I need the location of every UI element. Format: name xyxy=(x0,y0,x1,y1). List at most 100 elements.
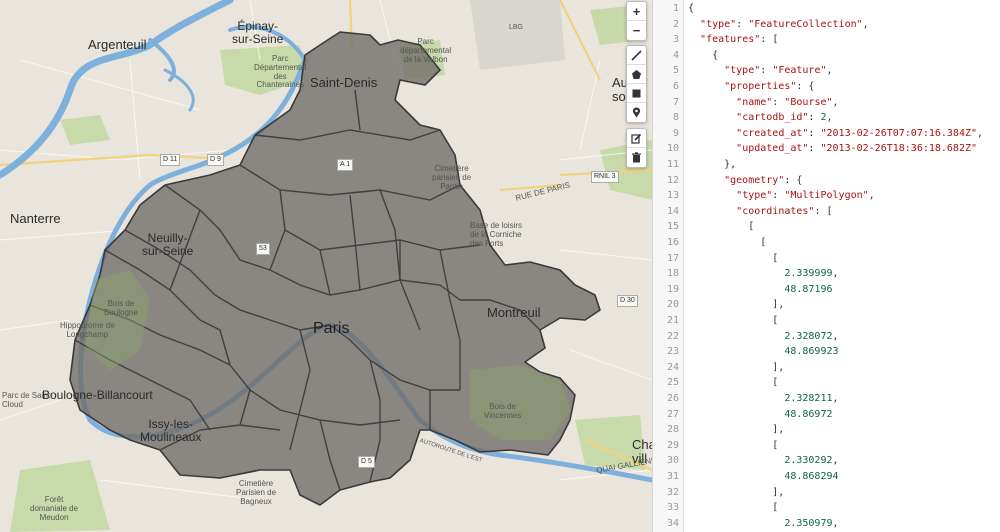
line-number: 24 xyxy=(666,361,679,373)
code-line[interactable]: [ xyxy=(688,438,778,454)
code-line[interactable]: [ xyxy=(688,251,778,267)
road-sign-d11: D 11 xyxy=(160,154,181,166)
code-line[interactable]: 48.87196 xyxy=(688,282,832,298)
line-number: 21 xyxy=(666,315,679,326)
line-number: 16 xyxy=(666,237,679,248)
line-number: 27 xyxy=(666,408,679,420)
rectangle-icon[interactable] xyxy=(627,84,646,103)
label-foret-meudon: Forêt domaniale de Meudon xyxy=(30,495,79,522)
label-base-loisirs: Base de loisirs de la Corniche des Forts xyxy=(470,221,523,248)
code-line[interactable]: ], xyxy=(688,422,784,438)
map-view[interactable]: Argenteuil Épinay- sur-Seine Saint-Denis… xyxy=(0,0,652,532)
code-line[interactable]: 2.350979, xyxy=(688,516,838,532)
label-issy: Issy-les- Moulineaux xyxy=(140,417,202,445)
line-number: 23 xyxy=(666,346,679,358)
road-sign-rnil3: RNIL 3 xyxy=(591,171,619,183)
label-parc-saint-cloud: Parc de Saint- Cloud xyxy=(2,391,53,409)
code-line[interactable]: 2.339999, xyxy=(688,266,838,282)
marker-icon[interactable] xyxy=(627,103,646,122)
code-line[interactable]: [ xyxy=(688,500,778,516)
code-line[interactable]: "coordinates": [ xyxy=(688,204,832,220)
road-sign-d9: D 9 xyxy=(207,154,224,166)
road-sign-d5: D 5 xyxy=(358,456,375,468)
line-number: 25 xyxy=(666,377,679,389)
geojson-editor[interactable]: 1 2 3 4 5 6 7 8 9 10 11 12 13 14 15 16 17 18 19 20 21 22 23 24 2… xyxy=(652,0,1000,532)
code-line[interactable]: 48.869923 xyxy=(688,344,838,360)
line-number: 33 xyxy=(666,502,679,514)
code-line[interactable]: ], xyxy=(688,360,784,376)
line-number: 1 xyxy=(672,3,679,14)
code-line[interactable]: "cartodb_id": 2, xyxy=(688,110,832,126)
code-line[interactable]: [ xyxy=(688,235,766,251)
polygon-icon[interactable] xyxy=(627,65,646,84)
line-number: 15 xyxy=(666,221,679,233)
line-number: 2 xyxy=(672,18,679,30)
line-number: 34 xyxy=(666,517,679,529)
code-line[interactable]: "type": "FeatureCollection", xyxy=(688,17,869,33)
label-bois-boulogne: Bois de Boulogne xyxy=(104,299,138,317)
label-argenteuil: Argenteuil xyxy=(88,37,147,52)
code-line[interactable]: "features": [ xyxy=(688,32,778,48)
line-number: 22 xyxy=(666,330,679,342)
line-number: 14 xyxy=(666,205,679,217)
code-line[interactable]: }, xyxy=(688,157,736,173)
label-parc-valbon: Parc départemental de la Valbon xyxy=(400,37,452,64)
code-line[interactable]: "type": "MultiPolygon", xyxy=(688,188,875,204)
code-line[interactable]: 48.86972 xyxy=(688,407,832,423)
line-number-gutter: 1 2 3 4 5 6 7 8 9 10 11 12 13 14 15 16 17 18 19 20 21 22 23 24 2… xyxy=(653,0,684,532)
line-number: 3 xyxy=(672,34,679,46)
line-number: 17 xyxy=(666,252,679,264)
road-sign-53: 53 xyxy=(256,243,270,255)
code-line[interactable]: [ xyxy=(688,375,778,391)
zoom-out-button[interactable]: − xyxy=(627,21,646,40)
label-saint-denis: Saint-Denis xyxy=(310,75,378,90)
road-sign-a1: A 1 xyxy=(337,159,354,171)
label-cimetiere-pantin: Cimetière parisien de Pantin xyxy=(432,164,472,191)
code-line[interactable]: "type": "Feature", xyxy=(688,63,832,79)
polyline-icon[interactable] xyxy=(627,46,646,65)
code-line[interactable]: { xyxy=(688,48,718,64)
code-line[interactable]: ], xyxy=(688,485,784,501)
trash-icon[interactable] xyxy=(627,148,646,167)
label-epinay: Épinay- sur-Seine xyxy=(232,19,284,47)
code-line[interactable]: { xyxy=(688,1,694,17)
line-number: 26 xyxy=(666,393,679,404)
road-sign-d30: D 30 xyxy=(617,295,638,307)
zoom-control: + − xyxy=(626,1,647,41)
line-number: 28 xyxy=(666,424,679,436)
line-number: 31 xyxy=(666,471,679,482)
code-line[interactable]: "name": "Bourse", xyxy=(688,95,838,111)
line-number: 19 xyxy=(666,283,679,295)
draw-toolbar xyxy=(626,45,647,123)
line-number: 13 xyxy=(666,190,679,202)
label-hippodrome: Hippodrome de Longchamp xyxy=(60,321,115,339)
line-number: 32 xyxy=(666,486,679,498)
label-bois-vincennes: Bois de Vincennes xyxy=(484,402,522,420)
label-boulogne: Boulogne-Billancourt xyxy=(42,388,153,402)
label-cimetiere-bagneux: Cimetière Parisien de Bagneux xyxy=(236,479,277,506)
edit-icon[interactable] xyxy=(627,129,646,148)
label-montreuil: Montreuil xyxy=(487,305,541,320)
code-line[interactable]: [ xyxy=(688,313,778,329)
code-line[interactable]: "created_at": "2013-02-26T07:07:16.384Z"… xyxy=(688,126,983,142)
code-line[interactable]: ], xyxy=(688,297,784,313)
line-number: 7 xyxy=(672,96,679,108)
code-line[interactable]: 2.330292, xyxy=(688,453,838,469)
code-line[interactable]: [ xyxy=(688,219,754,235)
label-neuilly: Neuilly- sur-Seine xyxy=(142,231,194,259)
line-number: 18 xyxy=(666,268,679,280)
label-parc-chanteraines: Parc Départemental des Chanteraines xyxy=(254,54,307,90)
code-line[interactable]: "geometry": { xyxy=(688,173,802,189)
zoom-in-button[interactable]: + xyxy=(627,2,646,21)
line-number: 11 xyxy=(666,159,679,170)
code-line[interactable]: "updated_at": "2013-02-26T18:36:18.682Z" xyxy=(688,141,977,157)
code-line[interactable]: 48.868294 xyxy=(688,469,838,485)
label-paris: Paris xyxy=(313,320,350,337)
label-nanterre: Nanterre xyxy=(10,211,61,226)
code-line[interactable]: 2.328072, xyxy=(688,329,838,345)
code-line[interactable]: "properties": { xyxy=(688,79,814,95)
line-number: 10 xyxy=(666,143,679,155)
code-line[interactable]: 2.328211, xyxy=(688,391,838,407)
label-lbg: LBG xyxy=(509,24,524,31)
edit-toolbar xyxy=(626,128,647,168)
